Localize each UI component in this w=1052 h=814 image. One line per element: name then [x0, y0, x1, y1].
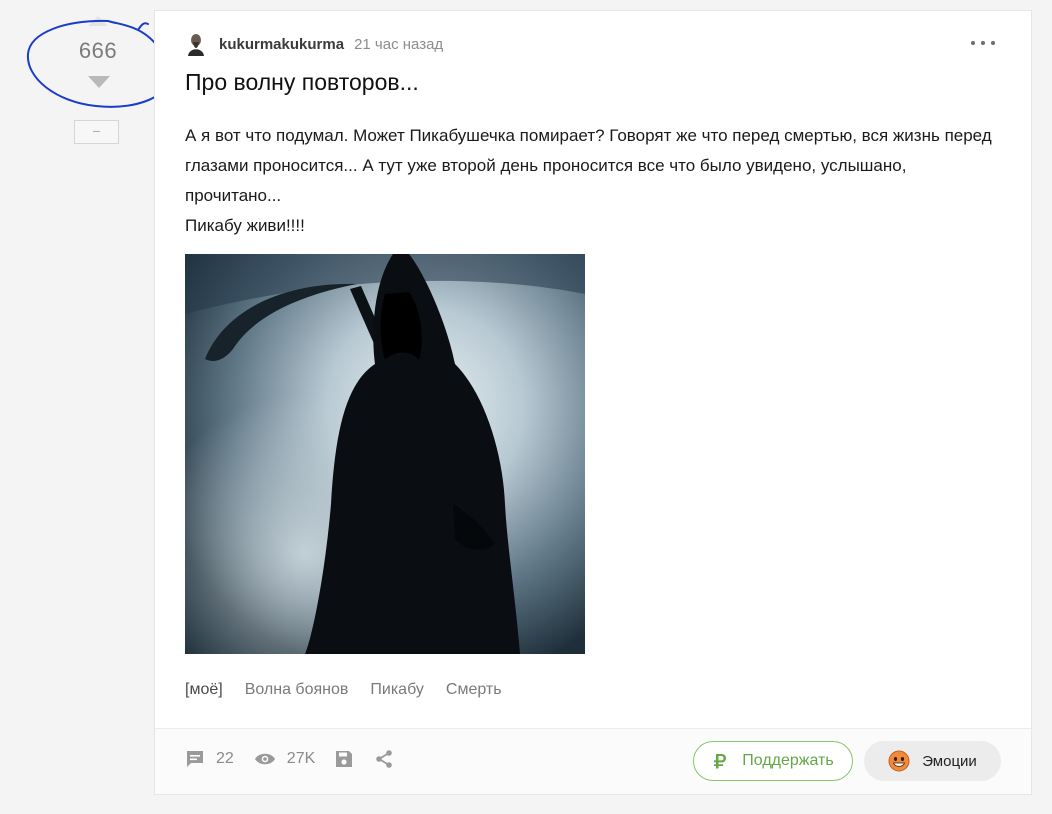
content-paragraph: Пикабу живи!!!!	[185, 216, 305, 235]
footer-stats: 22 27K	[185, 749, 415, 769]
support-label: Поддержать	[742, 752, 834, 769]
story-content: А я вот что подумал. Может Пикабушечка п…	[185, 121, 1005, 241]
tag[interactable]: Волна боянов	[245, 681, 349, 699]
story-title[interactable]: Про волну повторов...	[185, 69, 419, 96]
share-button[interactable]	[375, 750, 393, 768]
tag[interactable]: Смерть	[446, 681, 502, 699]
comment-icon	[187, 751, 203, 767]
author-name[interactable]: kukurmakukurma	[219, 36, 344, 53]
emotions-button[interactable]: Эмоции	[864, 741, 1001, 781]
collapse-button[interactable]: −	[74, 120, 119, 144]
dot	[991, 41, 995, 45]
emotion-face-icon	[888, 750, 910, 772]
views-stat: 27K	[254, 750, 315, 768]
ruble-icon	[714, 754, 727, 769]
support-button[interactable]: Поддержать	[693, 741, 853, 781]
dot	[981, 41, 985, 45]
tag[interactable]: Пикабу	[370, 681, 424, 699]
views-count: 27K	[286, 750, 316, 767]
story-card: kukurmakukurma 21 час назад Про волну по…	[154, 10, 1032, 795]
share-icon	[376, 750, 393, 768]
hand-drawn-circle-annotation	[26, 19, 170, 108]
save-button[interactable]	[335, 750, 353, 768]
save-icon	[336, 751, 353, 767]
content-paragraph: А я вот что подумал. Может Пикабушечка п…	[185, 126, 992, 205]
more-options-icon[interactable]	[971, 35, 995, 51]
emotions-label: Эмоции	[922, 752, 977, 770]
comments-button[interactable]: 22	[185, 749, 234, 769]
post-time: 21 час назад	[354, 35, 444, 53]
comments-count: 22	[216, 750, 234, 767]
story-image[interactable]	[185, 254, 585, 654]
dot	[971, 41, 975, 45]
tag[interactable]: [моё]	[185, 681, 223, 699]
eye-icon	[254, 753, 275, 765]
author-avatar[interactable]	[185, 32, 207, 56]
story-header: kukurmakukurma 21 час назад	[185, 31, 1003, 57]
story-footer: 22 27K Поддержать Эмоции	[155, 728, 1031, 794]
tags-list: [моё] Волна боянов Пикабу Смерть	[185, 681, 524, 699]
